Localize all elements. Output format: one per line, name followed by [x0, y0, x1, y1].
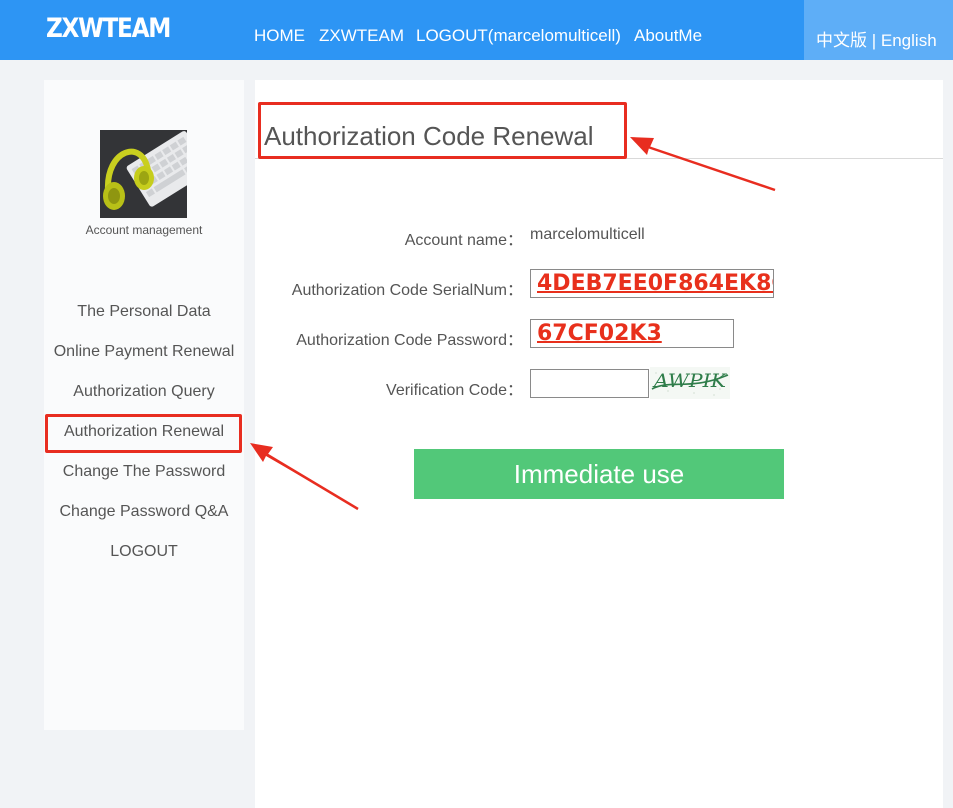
sidebar-item-change-password[interactable]: Change The Password: [44, 463, 244, 481]
sidebar-item-authorization-query[interactable]: Authorization Query: [44, 383, 244, 401]
account-name-value: marcelomulticell: [530, 226, 645, 243]
site-logo[interactable]: ZXWTEAM: [46, 13, 171, 44]
nav-aboutme[interactable]: AboutMe: [634, 26, 702, 46]
account-management-label: Account management: [85, 223, 203, 237]
account-name-label: Account name：: [404, 232, 523, 249]
page-title: Authorization Code Renewal: [264, 121, 594, 151]
headphones-keyboard-photo-icon: [100, 130, 187, 218]
nav-logout[interactable]: LOGOUT(marcelomulticell): [416, 26, 621, 46]
title-divider: [255, 158, 943, 159]
avatar: [100, 130, 187, 218]
code-password-input[interactable]: [530, 319, 734, 348]
immediate-use-button[interactable]: Immediate use: [414, 449, 784, 499]
captcha-image[interactable]: AWPIK: [650, 367, 730, 399]
sidebar-item-online-payment-renewal[interactable]: Online Payment Renewal: [44, 343, 244, 361]
captcha-text: AWPIK: [652, 370, 728, 392]
top-nav-bar: ZXWTEAM HOME ZXWTEAM LOGOUT(marcelomulti…: [0, 0, 953, 60]
main-panel: Authorization Code Renewal Account name：…: [255, 80, 943, 808]
captcha-icon: AWPIK: [650, 367, 730, 399]
code-password-label: Authorization Code Password：: [296, 332, 523, 349]
language-switcher: 中文版 | English: [804, 0, 953, 60]
lang-english-link[interactable]: English: [881, 31, 937, 50]
nav-home[interactable]: HOME: [254, 26, 305, 46]
lang-separator: |: [871, 31, 877, 50]
sidebar-item-change-password-qa[interactable]: Change Password Q&A: [44, 503, 244, 521]
nav-zxwteam[interactable]: ZXWTEAM: [319, 26, 404, 46]
serial-num-input[interactable]: [530, 269, 774, 298]
verification-code-input[interactable]: [530, 369, 649, 398]
verification-code-label: Verification Code：: [386, 382, 523, 399]
sidebar-item-personal-data[interactable]: The Personal Data: [44, 303, 244, 321]
sidebar-item-authorization-renewal[interactable]: Authorization Renewal: [44, 423, 244, 441]
account-sidebar: Account management The Personal Data Onl…: [44, 80, 244, 730]
serial-num-label: Authorization Code SerialNum：: [291, 282, 523, 299]
lang-chinese-link[interactable]: 中文版: [816, 31, 867, 50]
sidebar-item-logout[interactable]: LOGOUT: [44, 543, 244, 561]
